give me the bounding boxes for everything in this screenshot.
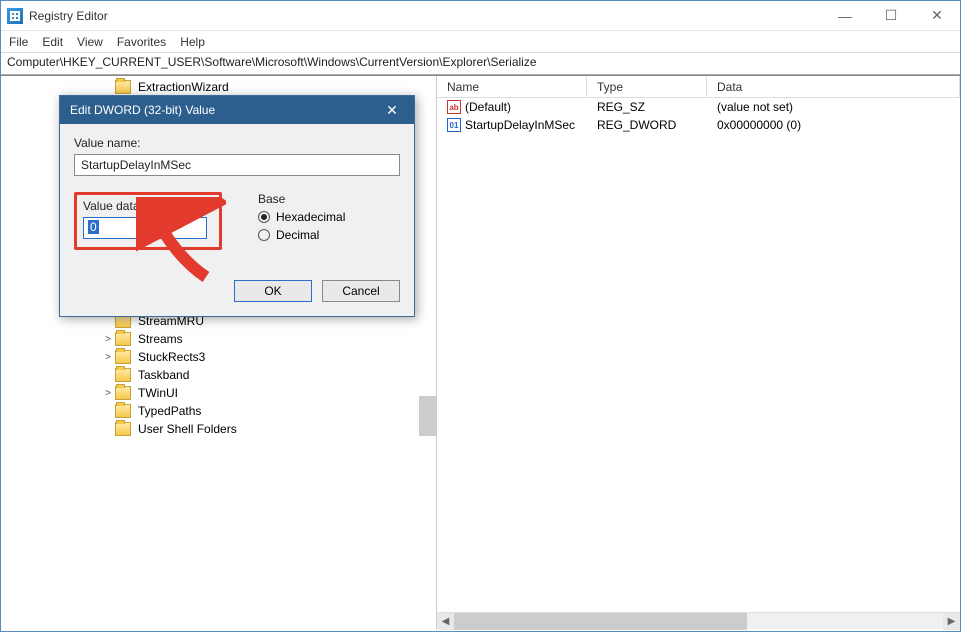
column-type[interactable]: Type	[587, 76, 707, 97]
value-data-label: Value data:	[83, 199, 213, 213]
list-pane: Name Type Data ab (Default) REG_SZ(value n…	[437, 76, 960, 629]
folder-icon	[115, 80, 131, 94]
menu-edit[interactable]: Edit	[42, 35, 63, 49]
tree-scrollbar-thumb[interactable]	[419, 396, 436, 436]
value-data: (value not set)	[707, 100, 960, 114]
value-name-input[interactable]	[74, 154, 400, 176]
value-type: REG_DWORD	[587, 118, 707, 132]
tree-label: Taskband	[135, 368, 192, 382]
radio-hexadecimal[interactable]: Hexadecimal	[258, 210, 345, 224]
value-type-icon: ab	[447, 100, 461, 114]
column-data[interactable]: Data	[707, 76, 960, 97]
value-type: REG_SZ	[587, 100, 707, 114]
titlebar: Registry Editor — ☐ ✕	[1, 1, 960, 31]
cancel-button[interactable]: Cancel	[322, 280, 400, 302]
dialog-close-icon[interactable]: ✕	[380, 102, 404, 119]
tree-label: ExtractionWizard	[135, 80, 232, 94]
tree-node[interactable]: > TWinUI	[1, 384, 436, 402]
menubar: File Edit View Favorites Help	[1, 31, 960, 53]
ok-button[interactable]: OK	[234, 280, 312, 302]
tree-toggle-icon[interactable]: >	[101, 334, 115, 345]
folder-icon	[115, 404, 131, 418]
column-name[interactable]: Name	[437, 76, 587, 97]
dialog-titlebar[interactable]: Edit DWORD (32-bit) Value ✕	[60, 96, 414, 124]
value-type-icon: 01	[447, 118, 461, 132]
menu-help[interactable]: Help	[180, 35, 205, 49]
scroll-right-icon[interactable]: ▶	[943, 613, 960, 630]
edit-dword-dialog: Edit DWORD (32-bit) Value ✕ Value name: …	[59, 95, 415, 317]
tree-label: TypedPaths	[135, 404, 204, 418]
list-header: Name Type Data	[437, 76, 960, 98]
tree-node[interactable]: TypedPaths	[1, 402, 436, 420]
tree-toggle-icon[interactable]: >	[101, 388, 115, 399]
address-bar[interactable]: Computer\HKEY_CURRENT_USER\Software\Micr…	[1, 53, 960, 75]
list-row[interactable]: 01 StartupDelayInMSec REG_DWORD0x00000000 …	[437, 116, 960, 134]
minimize-button[interactable]: —	[822, 1, 868, 31]
list-horizontal-scrollbar[interactable]: ◀ ▶	[437, 612, 960, 629]
tree-toggle-icon[interactable]: >	[101, 352, 115, 363]
folder-icon	[115, 386, 131, 400]
tree-label: User Shell Folders	[135, 422, 240, 436]
value-name: StartupDelayInMSec	[465, 118, 575, 132]
tree-label: TWinUI	[135, 386, 181, 400]
base-label: Base	[258, 192, 345, 206]
tree-label: StuckRects3	[135, 350, 208, 364]
menu-view[interactable]: View	[77, 35, 103, 49]
menu-file[interactable]: File	[9, 35, 28, 49]
radio-icon	[258, 211, 270, 223]
scroll-left-icon[interactable]: ◀	[437, 613, 454, 630]
scroll-thumb[interactable]	[454, 613, 747, 630]
tree-node[interactable]: User Shell Folders	[1, 420, 436, 438]
tree-node[interactable]: Taskband	[1, 366, 436, 384]
list-row[interactable]: ab (Default) REG_SZ(value not set)	[437, 98, 960, 116]
window-title: Registry Editor	[29, 9, 822, 23]
radio-dec-label: Decimal	[276, 228, 319, 242]
menu-favorites[interactable]: Favorites	[117, 35, 166, 49]
radio-icon	[258, 229, 270, 241]
folder-icon	[115, 332, 131, 346]
close-button[interactable]: ✕	[914, 1, 960, 31]
value-data-input[interactable]: 0	[83, 217, 207, 239]
app-icon	[7, 8, 23, 24]
tree-node[interactable]: ExtractionWizard	[1, 78, 436, 96]
maximize-button[interactable]: ☐	[868, 1, 914, 31]
value-data: 0x00000000 (0)	[707, 118, 960, 132]
list-rows[interactable]: ab (Default) REG_SZ(value not set) 01 Startu…	[437, 98, 960, 612]
tree-label: Streams	[135, 332, 186, 346]
folder-icon	[115, 350, 131, 364]
folder-icon	[115, 422, 131, 436]
value-name: (Default)	[465, 100, 511, 114]
folder-icon	[115, 368, 131, 382]
radio-decimal[interactable]: Decimal	[258, 228, 345, 242]
value-name-label: Value name:	[74, 136, 400, 150]
tree-node[interactable]: > Streams	[1, 330, 436, 348]
tree-node[interactable]: > StuckRects3	[1, 348, 436, 366]
dialog-title: Edit DWORD (32-bit) Value	[70, 103, 215, 117]
value-data-highlight: Value data: 0	[74, 192, 222, 250]
radio-hex-label: Hexadecimal	[276, 210, 345, 224]
